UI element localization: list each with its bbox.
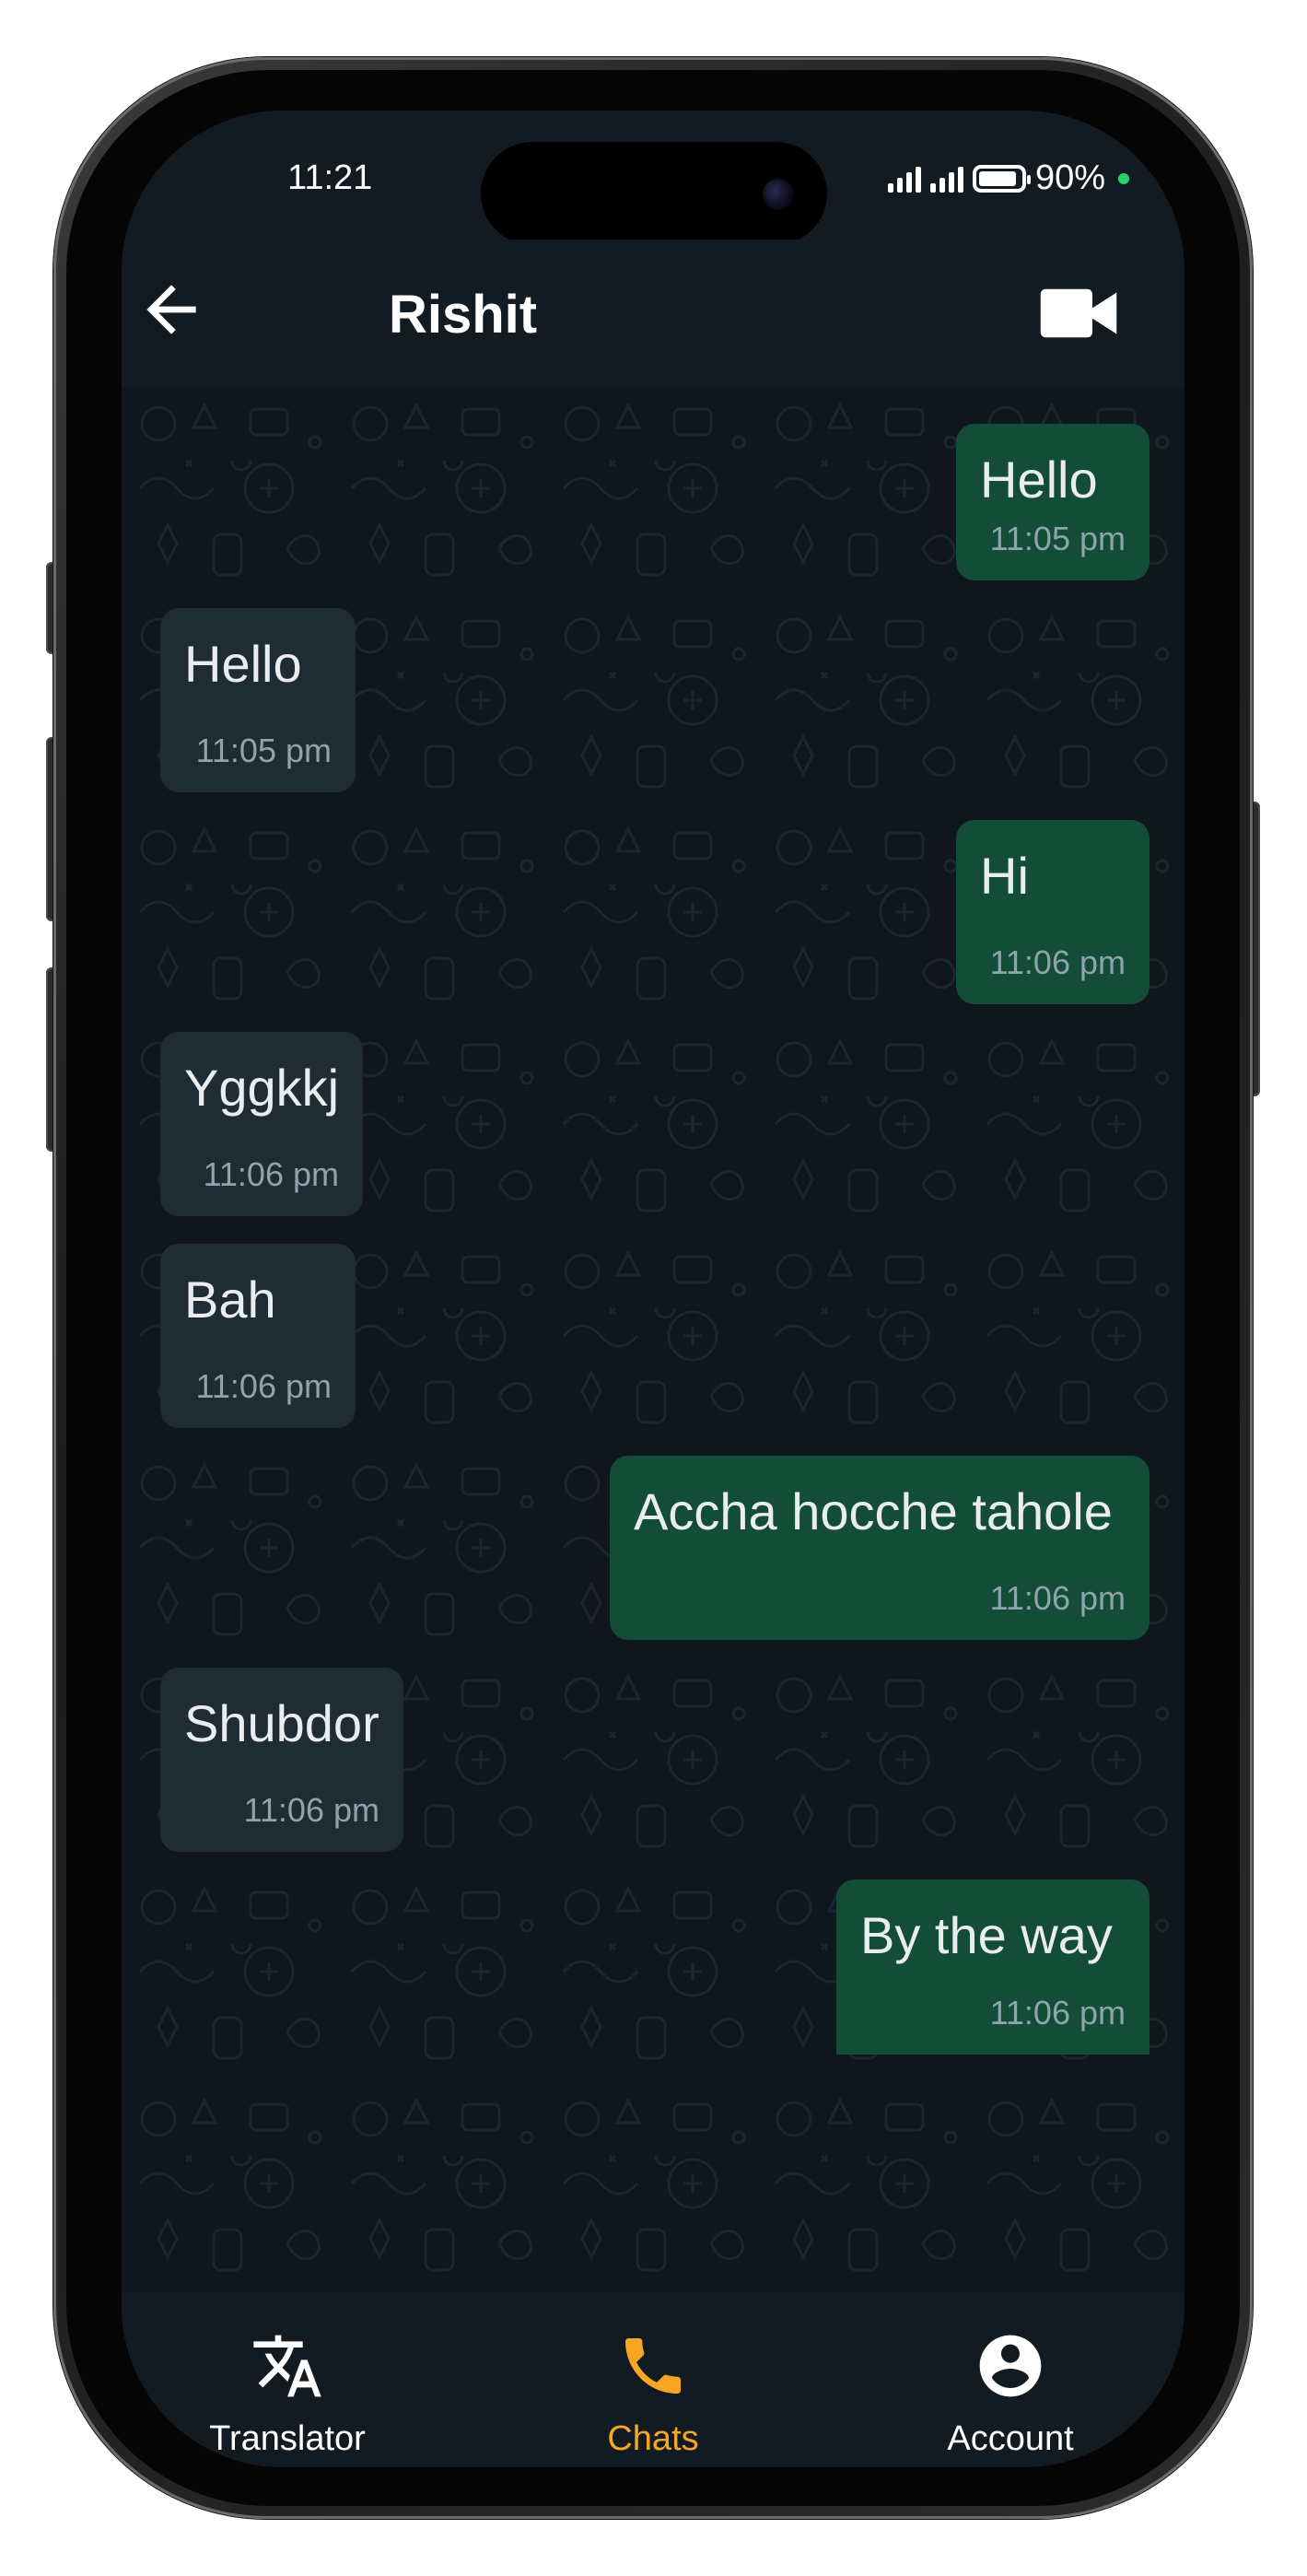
status-indicators: 90% [887,158,1129,198]
tab-translator[interactable]: Translator [149,2292,426,2467]
account-circle-icon [979,2335,1042,2397]
message-time: 11:06 pm [203,1155,339,1193]
message-time: 11:06 pm [989,943,1126,981]
message-time: 11:06 pm [243,1791,379,1829]
message-text: By the way [860,1906,1113,1964]
app-screen: 11:21 90% Rishit Hello 11:05 pm Hello 11… [122,111,1184,2467]
bottom-navigation: Translator Chats Account [122,2292,1184,2467]
message-bubble-incoming[interactable]: Hello 11:05 pm [160,608,356,792]
message-time: 11:06 pm [989,1994,1126,2032]
message-time: 11:06 pm [989,1579,1126,1617]
battery-fill [978,170,1016,186]
message-list[interactable]: Hello 11:05 pm Hello 11:05 pm Hi 11:06 p… [122,387,1184,2377]
front-camera-icon [763,179,794,210]
message-text: Yggkkj [184,1059,340,1117]
message-text: Hello [980,451,1098,509]
message-bubble-outgoing[interactable]: By the way 11:06 pm [836,1879,1149,2055]
tab-account[interactable]: Account [872,2292,1149,2467]
privacy-indicator-icon [1118,172,1129,184]
battery-icon [972,164,1031,193]
signal-icon [929,165,963,193]
message-text: Shubdor [184,1694,379,1752]
phone-icon [625,2338,681,2394]
arrow-left-icon [146,285,196,334]
video-call-button[interactable] [1037,276,1120,350]
chat-header: Rishit [122,240,1184,387]
message-time: 11:06 pm [195,1367,332,1405]
tab-label: Account [947,2419,1074,2458]
message-bubble-incoming[interactable]: Shubdor 11:06 pm [160,1668,403,1852]
tab-chats[interactable]: Chats [515,2292,791,2467]
message-text: Bah [184,1270,276,1329]
message-time: 11:05 pm [989,520,1126,557]
message-text: Hello [184,635,302,693]
signal-icon [887,165,921,193]
message-text: Hi [980,847,1029,905]
video-camera-icon [1040,288,1117,338]
message-time: 11:05 pm [195,732,332,769]
battery-percent: 90% [1034,158,1105,197]
message-bubble-incoming[interactable]: Yggkkj 11:06 pm [160,1032,363,1216]
back-button[interactable] [134,273,208,346]
message-bubble-outgoing[interactable]: Accha hocche tahole 11:06 pm [610,1456,1149,1640]
tab-label: Chats [607,2419,699,2458]
translate-icon [253,2335,321,2397]
message-bubble-outgoing[interactable]: Hello 11:05 pm [956,424,1149,580]
stage: 11:21 90% Rishit Hello 11:05 pm Hello 11… [0,0,1307,2576]
status-time: 11:21 [287,158,373,197]
message-bubble-incoming[interactable]: Bah 11:06 pm [160,1244,356,1428]
status-bar: 11:21 90% [122,111,1184,245]
message-bubble-outgoing[interactable]: Hi 11:06 pm [956,820,1149,1004]
contact-name[interactable]: Rishit [389,284,537,345]
message-text: Accha hocche tahole [634,1482,1113,1540]
tab-label: Translator [209,2419,366,2458]
dynamic-island [481,142,827,245]
